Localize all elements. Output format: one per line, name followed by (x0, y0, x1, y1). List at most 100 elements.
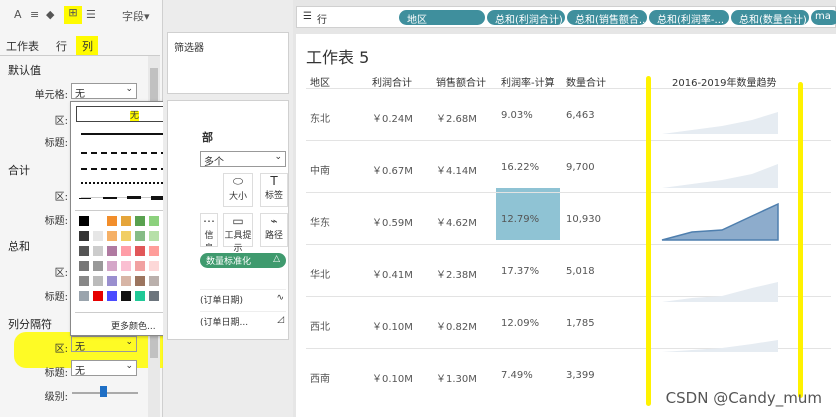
color-swatch[interactable] (107, 246, 117, 256)
path-button[interactable]: ⌁ 路径 (260, 213, 288, 247)
color-swatch[interactable] (79, 231, 89, 241)
color-swatch[interactable] (149, 246, 159, 256)
color-swatch[interactable] (121, 246, 131, 256)
weight-3[interactable] (127, 196, 141, 199)
cell-rate[interactable]: 16.22% (501, 162, 539, 173)
size-button[interactable]: ⬭ 大小 (223, 173, 253, 207)
font-icon[interactable]: A (14, 8, 22, 21)
color-swatch[interactable] (79, 216, 89, 226)
tab-columns[interactable]: 列 (76, 36, 98, 55)
color-swatch[interactable] (93, 246, 103, 256)
borders-icon[interactable]: ⊞ (64, 6, 82, 24)
color-swatch[interactable] (107, 291, 117, 301)
cell-rate[interactable]: 17.37% (501, 266, 539, 277)
color-swatch[interactable] (107, 216, 117, 226)
marks-type-dropdown[interactable]: 多个 ⌄ (200, 151, 286, 168)
filters-card[interactable]: 筛选器 (167, 32, 289, 94)
color-swatch[interactable] (149, 231, 159, 241)
cell-rate[interactable]: 9.03% (501, 110, 533, 121)
color-swatch[interactable] (149, 276, 159, 286)
color-swatch[interactable] (79, 276, 89, 286)
color-swatch[interactable] (79, 261, 89, 271)
color-swatch[interactable] (135, 246, 145, 256)
lines-icon[interactable]: ☰ (86, 8, 96, 21)
col-pill[interactable]: 总和(利润率-... (649, 10, 729, 25)
cell-profit[interactable]: ￥0.24M (372, 110, 413, 125)
color-swatch[interactable] (121, 231, 131, 241)
color-swatch[interactable] (135, 276, 145, 286)
color-swatch[interactable] (135, 216, 145, 226)
cell-region[interactable]: 中南 (310, 162, 330, 177)
field-dropdown[interactable]: 字段▾ (122, 8, 150, 24)
color-swatch[interactable] (121, 276, 131, 286)
cell-region[interactable]: 西北 (310, 318, 330, 333)
color-swatch[interactable] (135, 231, 145, 241)
cell-sales[interactable]: ￥4.14M (436, 162, 477, 177)
color-swatch[interactable] (93, 216, 103, 226)
cell-rate[interactable]: 7.49% (501, 370, 533, 381)
rows-shelf[interactable]: ☰ 行 地区 总和(利润合计) 总和(销售额合... 总和(利润率-... 总和… (296, 6, 836, 28)
cell-sales[interactable]: ￥4.62M (436, 214, 477, 229)
cell-profit[interactable]: ￥0.67M (372, 162, 413, 177)
cell-qty[interactable]: 5,018 (566, 266, 595, 277)
date-pill-1[interactable]: (订单日期) ∿ (200, 289, 286, 307)
cell-rate[interactable]: 12.79% (501, 214, 539, 225)
col-pill[interactable]: 地区 (399, 10, 485, 25)
cell-rate[interactable]: 12.09% (501, 318, 539, 329)
shading-icon[interactable]: ◆ (46, 8, 54, 21)
cell-region[interactable]: 华东 (310, 214, 330, 229)
color-swatch[interactable] (149, 261, 159, 271)
cell-qty[interactable]: 1,785 (566, 318, 595, 329)
more-colors-link[interactable]: 更多颜色... (111, 319, 156, 332)
color-swatch[interactable] (107, 276, 117, 286)
color-swatch[interactable] (121, 261, 131, 271)
cell-profit[interactable]: ￥0.10M (372, 318, 413, 333)
cell-dropdown[interactable]: 无 ⌄ (71, 83, 137, 100)
color-swatch[interactable] (121, 291, 131, 301)
col-pill[interactable]: ma (811, 10, 836, 25)
cell-qty[interactable]: 6,463 (566, 110, 595, 121)
cell-region[interactable]: 西南 (310, 370, 330, 385)
divider-area-dropdown[interactable]: 无 ⌄ (71, 336, 137, 353)
date-pill-2[interactable]: (订单日期... ◿ (200, 311, 286, 329)
cell-qty[interactable]: 9,700 (566, 162, 595, 173)
tooltip-button[interactable]: ▭ 工具提示 (223, 213, 253, 254)
color-swatch[interactable] (135, 261, 145, 271)
color-swatch[interactable] (79, 291, 89, 301)
cell-profit[interactable]: ￥0.59M (372, 214, 413, 229)
cell-sales[interactable]: ￥2.68M (436, 110, 477, 125)
level-slider-handle[interactable] (100, 386, 107, 397)
color-swatch[interactable] (93, 291, 103, 301)
color-swatch[interactable] (107, 261, 117, 271)
color-swatch[interactable] (93, 261, 103, 271)
color-swatch[interactable] (93, 231, 103, 241)
cell-qty[interactable]: 3,399 (566, 370, 595, 381)
tab-rows[interactable]: 行 (56, 38, 67, 54)
detail-button[interactable]: ⋯信息 (200, 213, 218, 247)
color-swatch[interactable] (107, 231, 117, 241)
cell-profit[interactable]: ￥0.41M (372, 266, 413, 281)
cell-region[interactable]: 东北 (310, 110, 330, 125)
cell-sales[interactable]: ￥0.82M (436, 318, 477, 333)
label-button[interactable]: T 标签 (260, 173, 288, 207)
weight-2[interactable] (103, 197, 117, 199)
color-swatch[interactable] (149, 291, 159, 301)
col-pill[interactable]: 总和(数量合计) (731, 10, 809, 25)
color-swatch[interactable] (121, 216, 131, 226)
measure-pill[interactable]: 数量标准化 △ (200, 253, 286, 268)
col-pill[interactable]: 总和(利润合计) (487, 10, 565, 25)
align-icon[interactable]: ≡ (30, 8, 39, 21)
cell-region[interactable]: 华北 (310, 266, 330, 281)
tab-sheet[interactable]: 工作表 (6, 38, 39, 54)
cell-sales[interactable]: ￥1.30M (436, 370, 477, 385)
color-swatch[interactable] (93, 276, 103, 286)
cell-qty[interactable]: 10,930 (566, 214, 601, 225)
color-swatch[interactable] (149, 216, 159, 226)
cell-profit[interactable]: ￥0.10M (372, 370, 413, 385)
divider-header-dropdown[interactable]: 无 ⌄ (71, 360, 137, 377)
weight-1[interactable] (79, 198, 91, 199)
cell-sales[interactable]: ￥2.38M (436, 266, 477, 281)
color-swatch[interactable] (79, 246, 89, 256)
col-pill[interactable]: 总和(销售额合... (567, 10, 647, 25)
color-swatch[interactable] (135, 291, 145, 301)
